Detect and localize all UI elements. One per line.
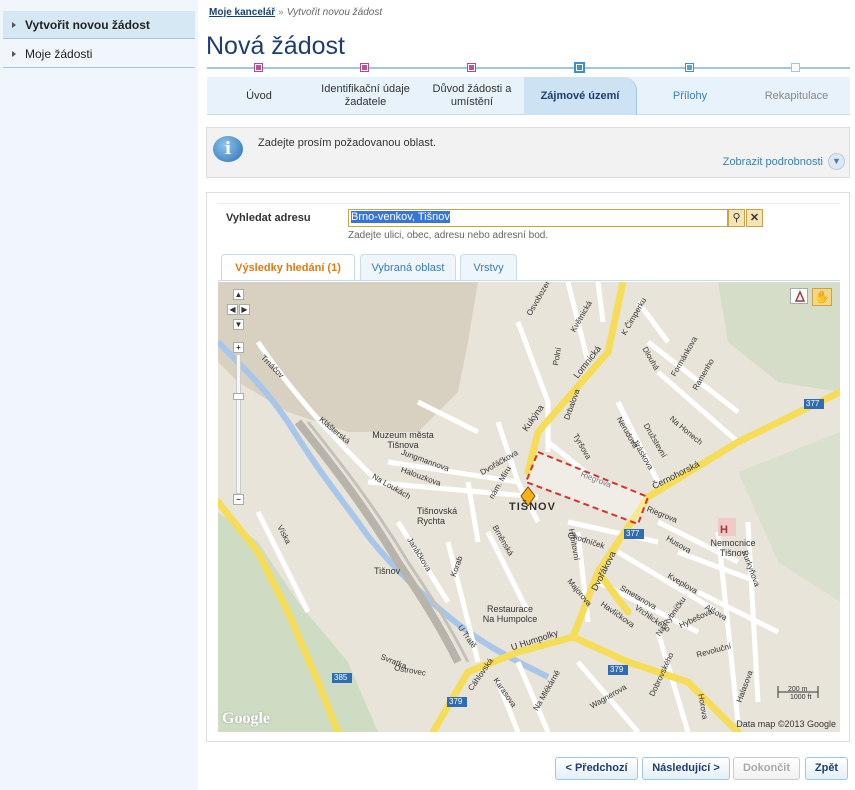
back-button[interactable]: Zpět xyxy=(805,757,848,780)
info-icon: i xyxy=(213,136,243,162)
town-label: TIŠNOV xyxy=(509,501,556,513)
tab-selected-area[interactable]: Vybraná oblast xyxy=(360,254,456,280)
road-number-379b: 379 xyxy=(449,697,463,706)
zoom-slider-handle[interactable] xyxy=(233,393,244,400)
wizard-dot-current xyxy=(574,62,585,73)
wizard-dot-2 xyxy=(361,64,368,71)
road-number-377: 377 xyxy=(806,399,820,408)
wizard-step-attachments: Přílohy xyxy=(672,89,708,102)
pan-right-icon[interactable]: ▶ xyxy=(239,304,250,315)
info-text: Zadejte prosím požadovanou oblast. xyxy=(258,137,436,149)
page-title: Nová žádost xyxy=(206,32,345,60)
wizard-step-reason[interactable]: Důvod žádosti a umístění xyxy=(420,77,524,115)
zoom-out-button[interactable]: − xyxy=(233,494,244,505)
poi-rychta: Tišnovská Rychta xyxy=(417,506,458,526)
wizard-step-summary: Rekapitulace xyxy=(764,89,829,102)
tab-layers[interactable]: Vrstvy xyxy=(460,254,517,280)
breadcrumb-separator: » xyxy=(278,7,284,18)
breadcrumb: Moje kancelář» Vytvořit novou žádost xyxy=(209,7,382,18)
poi-station: Tišnov xyxy=(374,566,401,576)
selected-area-outline xyxy=(524,450,650,526)
park-area xyxy=(218,512,378,732)
poi-restaurant: Restaurace Na Humpolce xyxy=(482,604,538,624)
address-search-input[interactable]: Brno-venkov, Tišnov xyxy=(348,209,728,227)
road-number-385: 385 xyxy=(334,673,348,682)
pan-left-icon[interactable]: ◀ xyxy=(227,304,238,315)
wizard-dot-5 xyxy=(686,64,693,71)
sidebar-item-label: Moje žádosti xyxy=(25,47,93,61)
chevron-down-icon[interactable]: ▼ xyxy=(828,153,845,170)
search-input-value: Brno-venkov, Tišnov xyxy=(351,211,450,223)
breadcrumb-current: Vytvořit novou žádost xyxy=(286,7,383,18)
road-number-379: 379 xyxy=(610,665,624,674)
tab-search-results[interactable]: Výsledky hledání (1) xyxy=(221,254,355,281)
wizard-dot-6 xyxy=(792,64,799,71)
finish-button[interactable]: Dokončit xyxy=(733,757,800,780)
map[interactable]: TIŠNOV Muzeum města Tišnova Tišnovská Ry… xyxy=(218,282,840,732)
sidebar: Vytvořit novou žádost Moje žádosti xyxy=(0,0,198,790)
area-selection-panel: Vyhledat adresu Brno-venkov, Tišnov ⚲ ✕ … xyxy=(206,192,850,742)
wizard-steps: Úvod Identifikační údaje žadatele Důvod … xyxy=(207,77,850,115)
hand-pan-icon[interactable]: ✋ xyxy=(812,288,832,306)
pan-down-icon[interactable]: ▼ xyxy=(233,319,244,330)
scale-label-imperial: 1000 ft xyxy=(790,694,812,701)
pan-up-icon[interactable]: ▲ xyxy=(233,289,244,300)
road-number-377b: 377 xyxy=(626,529,640,538)
magnifier-icon[interactable]: ⚲ xyxy=(728,209,745,227)
search-hint: Zadejte ulici, obec, adresu nebo adresní… xyxy=(348,230,549,241)
previous-button[interactable]: < Předchozí xyxy=(555,757,638,780)
next-button[interactable]: Následující > xyxy=(642,757,730,780)
breadcrumb-home-link[interactable]: Moje kancelář xyxy=(209,7,275,18)
zoom-slider-track[interactable] xyxy=(236,354,241,494)
wizard-dot-3 xyxy=(468,64,475,71)
address-search-row: Vyhledat adresu Brno-venkov, Tišnov ⚲ ✕ … xyxy=(218,203,840,241)
map-copyright: Data map ©2013 Google xyxy=(736,719,836,729)
zoom-in-button[interactable]: + xyxy=(233,342,244,353)
wizard-progress-line xyxy=(207,67,850,69)
sidebar-item-my-requests[interactable]: Moje žádosti xyxy=(3,40,195,68)
wizard-step-applicant[interactable]: Identifikační údaje žadatele xyxy=(311,77,420,115)
wizard-dot-1 xyxy=(255,64,262,71)
google-logo: Google xyxy=(222,710,270,727)
sidebar-item-label: Vytvořit novou žádost xyxy=(25,18,150,32)
sidebar-item-new-request[interactable]: Vytvořit novou žádost xyxy=(3,11,195,39)
polygon-tool-icon[interactable] xyxy=(790,288,808,304)
arrow-right-icon xyxy=(12,51,16,57)
hospital-h-label: H xyxy=(720,524,728,536)
show-details-link[interactable]: Zobrazit podrobnosti xyxy=(723,156,823,168)
info-box: i Zadejte prosím požadovanou oblast. Zob… xyxy=(206,127,850,178)
poi-hospital: Nemocnice Tišnov xyxy=(710,538,756,558)
hill-area xyxy=(218,282,478,432)
arrow-right-icon xyxy=(12,22,16,28)
search-label: Vyhledat adresu xyxy=(226,212,311,224)
wizard-step-intro[interactable]: Úvod xyxy=(207,77,311,115)
tabs-divider xyxy=(218,280,840,281)
wizard-step-area: Zájmové území xyxy=(524,77,637,115)
scale-label-metric: 200 m xyxy=(788,686,808,693)
close-icon[interactable]: ✕ xyxy=(746,209,763,227)
